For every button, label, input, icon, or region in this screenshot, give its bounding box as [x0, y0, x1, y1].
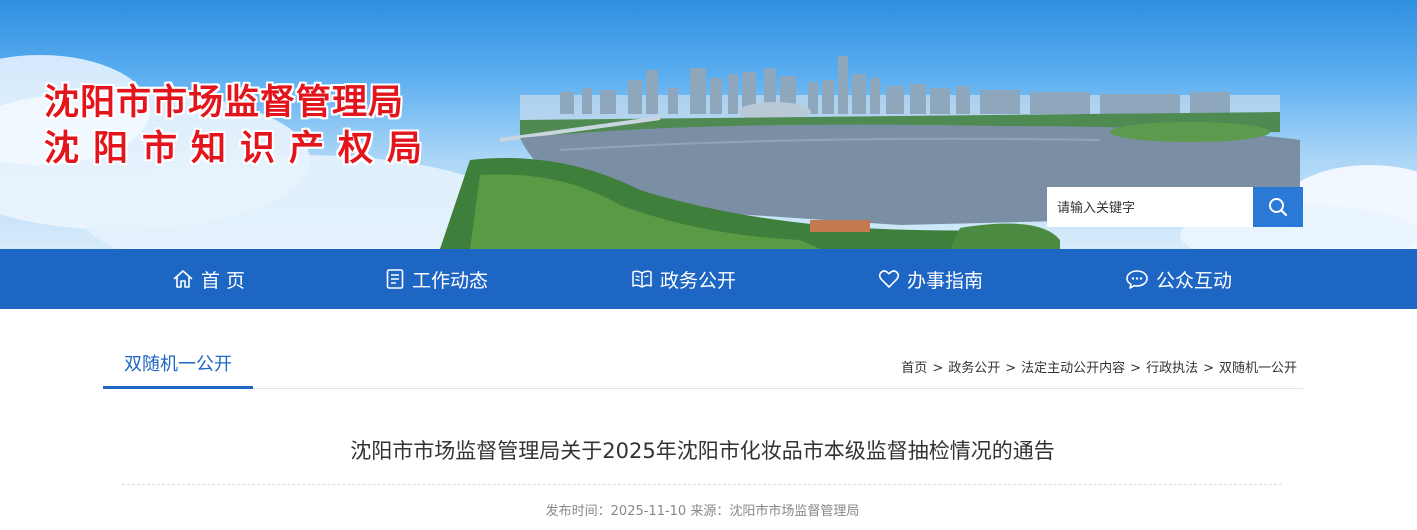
breadcrumb-item-law-enforcement[interactable]: 行政执法: [1146, 361, 1198, 376]
breadcrumb-separator: >: [932, 361, 944, 376]
title-divider: [122, 484, 1282, 485]
main-nav: 首 页 工作动态 政务公开 办事指南 公众互动: [0, 249, 1417, 309]
breadcrumb-item-gov-affairs[interactable]: 政务公开: [948, 361, 1000, 376]
nav-item-label: 政务公开: [660, 269, 737, 292]
breadcrumb-separator: >: [1005, 361, 1017, 376]
header-banner: 沈阳市市场监督管理局 沈阳市知识产权局: [0, 0, 1417, 249]
section-title-tab[interactable]: 双随机一公开: [103, 340, 253, 389]
nav-item-label: 公众互动: [1156, 269, 1233, 292]
breadcrumb-separator: >: [1130, 361, 1142, 376]
search-input[interactable]: [1047, 187, 1253, 227]
search-button[interactable]: [1253, 187, 1303, 227]
heart-icon: [878, 270, 900, 288]
article-meta: 发布时间：2025-11-10 来源：沈阳市市场监督管理局: [545, 504, 860, 519]
nav-item-label: 工作动态: [412, 269, 489, 292]
nav-item-label: 首 页: [201, 269, 246, 292]
nav-item-home[interactable]: 首 页: [172, 249, 245, 309]
nav-item-work-news[interactable]: 工作动态: [385, 249, 488, 309]
document-icon: [386, 269, 404, 289]
site-logo-title[interactable]: 沈阳市市场监督管理局 沈阳市知识产权局: [44, 80, 436, 172]
nav-item-gov-affairs[interactable]: 政务公开: [631, 249, 736, 309]
nav-item-public-interaction[interactable]: 公众互动: [1125, 249, 1232, 309]
chat-icon: [1126, 270, 1148, 289]
breadcrumb-item-home[interactable]: 首页: [901, 361, 927, 376]
breadcrumb: 首页 > 政务公开 > 法定主动公开内容 > 行政执法 > 双随机一公开: [901, 357, 1297, 376]
section-header: 双随机一公开 首页 > 政务公开 > 法定主动公开内容 > 行政执法 > 双随机一公开: [103, 340, 1303, 389]
breadcrumb-separator: >: [1203, 361, 1214, 376]
search-box: [1047, 187, 1303, 227]
breadcrumb-item-current[interactable]: 双随机一公开: [1219, 361, 1297, 376]
breadcrumb-item-statutory-disclosure[interactable]: 法定主动公开内容: [1021, 361, 1125, 376]
book-icon: [632, 270, 652, 288]
nav-item-label: 办事指南: [907, 269, 984, 292]
org-name-secondary: 沈阳市知识产权局: [44, 129, 437, 169]
search-icon: [1269, 198, 1288, 217]
nav-item-service-guide[interactable]: 办事指南: [878, 249, 983, 309]
org-name-primary: 沈阳市市场监督管理局: [44, 83, 405, 123]
home-icon: [173, 270, 193, 288]
article-title: 沈阳市市场监督管理局关于2025年沈阳市化妆品市本级监督抽检情况的通告: [350, 439, 1055, 463]
